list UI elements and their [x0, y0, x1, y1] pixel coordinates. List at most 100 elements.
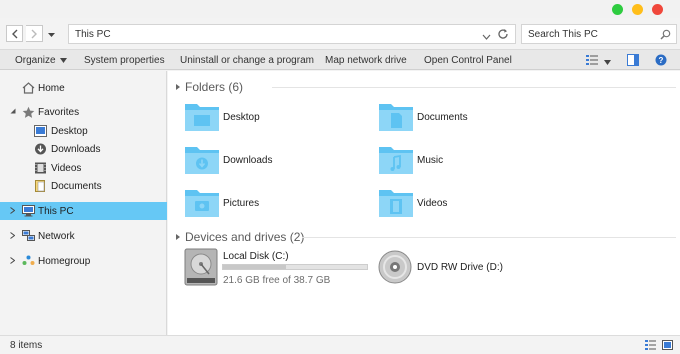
collapse-arrow-icon: [176, 84, 180, 90]
sidebar-item-label: Documents: [51, 181, 102, 192]
chevron-down-icon: [59, 57, 67, 63]
dvd-drive-icon: [378, 250, 412, 284]
chevron-down-icon: [48, 33, 55, 37]
svg-text:?: ?: [659, 56, 664, 65]
sidebar-item-downloads[interactable]: Downloads: [0, 140, 167, 158]
preview-pane-icon: [627, 54, 639, 66]
back-button[interactable]: [6, 25, 23, 42]
search-icon[interactable]: [660, 29, 671, 43]
drive-usage-bar: [222, 264, 368, 270]
sidebar-item-label: Desktop: [51, 126, 88, 137]
status-bar: 8 items: [0, 335, 680, 354]
sidebar-item-label: This PC: [38, 206, 74, 217]
drive-usage-fill: [223, 265, 287, 269]
folder-tile-videos[interactable]: Videos: [378, 187, 558, 221]
documents-folder-icon: [379, 104, 413, 131]
drive-tile-dvd[interactable]: DVD RW Drive (D:): [378, 250, 568, 286]
sidebar-item-label: Home: [38, 83, 65, 94]
change-view-button[interactable]: [586, 54, 598, 68]
view-options-button[interactable]: [604, 57, 611, 68]
command-bar: Organize System properties Uninstall or …: [0, 49, 680, 70]
sidebar-item-this-pc[interactable]: This PC: [0, 202, 167, 220]
folder-name: Pictures: [223, 198, 260, 209]
details-view-button[interactable]: [645, 340, 656, 353]
details-view-icon: [645, 340, 656, 350]
document-icon: [35, 180, 45, 192]
large-icons-view-button[interactable]: [662, 340, 673, 353]
sidebar-item-label: Network: [38, 231, 75, 242]
download-icon: [35, 143, 46, 155]
sidebar-item-network[interactable]: Network: [0, 227, 167, 245]
folder-name: Desktop: [223, 112, 260, 123]
sidebar-item-label: Homegroup: [38, 256, 91, 267]
devices-group-title: Devices and drives (2): [185, 230, 305, 244]
folder-tile-pictures[interactable]: Pictures: [184, 187, 364, 221]
homegroup-icon: [22, 255, 35, 265]
help-button[interactable]: ?: [655, 54, 667, 69]
minimize-button[interactable]: [632, 4, 643, 15]
maximize-button[interactable]: [612, 4, 623, 15]
organize-menu[interactable]: Organize: [15, 55, 67, 66]
preview-pane-button[interactable]: [627, 54, 639, 69]
refresh-button[interactable]: [497, 28, 509, 43]
sidebar-item-label: Favorites: [38, 107, 80, 118]
hard-drive-icon: [184, 248, 218, 286]
system-properties-button[interactable]: System properties: [84, 55, 165, 66]
folder-name: Music: [417, 155, 444, 166]
view-list-icon: [586, 55, 598, 65]
collapse-arrow-icon: [10, 207, 15, 214]
computer-icon: [22, 205, 35, 217]
help-icon: ?: [655, 54, 667, 66]
large-icons-view-icon: [662, 340, 673, 350]
close-button[interactable]: [652, 4, 663, 15]
open-control-panel-button[interactable]: Open Control Panel: [424, 55, 512, 66]
sidebar-item-videos[interactable]: Videos: [0, 159, 167, 177]
sidebar-item-documents[interactable]: Documents: [0, 177, 167, 195]
drive-free-space: 21.6 GB free of 38.7 GB: [223, 275, 331, 286]
home-icon: [22, 82, 35, 94]
folders-group-title: Folders (6): [185, 80, 244, 94]
folder-name: Videos: [417, 198, 448, 209]
expand-arrow-icon: [10, 108, 16, 114]
address-bar[interactable]: This PC: [68, 24, 516, 44]
group-divider: [272, 87, 676, 88]
sidebar-item-homegroup[interactable]: Homegroup: [0, 252, 167, 270]
sidebar-item-home[interactable]: Home: [0, 79, 167, 97]
chevron-left-icon: [11, 29, 17, 38]
collapse-arrow-icon: [10, 232, 15, 239]
videos-folder-icon: [379, 190, 413, 217]
forward-button[interactable]: [26, 25, 43, 42]
uninstall-program-button[interactable]: Uninstall or change a program: [180, 55, 314, 66]
address-path: This PC: [75, 29, 111, 40]
folder-name: Downloads: [223, 155, 273, 166]
search-input[interactable]: Search This PC: [528, 29, 598, 40]
address-history-button[interactable]: [482, 32, 491, 43]
film-icon: [35, 162, 46, 174]
star-icon: [22, 106, 35, 118]
map-network-drive-button[interactable]: Map network drive: [325, 55, 407, 66]
item-count: 8 items: [10, 340, 43, 351]
folder-tile-documents[interactable]: Documents: [378, 101, 558, 135]
pictures-folder-icon: [185, 190, 219, 217]
drive-name: Local Disk (C:): [223, 251, 289, 262]
search-box[interactable]: Search This PC: [521, 24, 677, 44]
sidebar-item-label: Downloads: [51, 144, 101, 155]
chevron-down-icon: [604, 60, 611, 65]
sidebar-item-desktop[interactable]: Desktop: [0, 122, 167, 140]
chevron-down-icon: [482, 34, 491, 40]
chevron-right-icon: [31, 29, 37, 38]
folder-tile-music[interactable]: Music: [378, 144, 558, 178]
folder-tile-downloads[interactable]: Downloads: [184, 144, 364, 178]
network-icon: [22, 230, 35, 241]
downloads-folder-icon: [185, 147, 219, 174]
recent-locations-button[interactable]: [47, 30, 56, 41]
desktop-folder-icon: [185, 104, 219, 131]
desktop-icon: [34, 125, 47, 137]
folder-tile-desktop[interactable]: Desktop: [184, 101, 364, 135]
folder-name: Documents: [417, 112, 468, 123]
drive-tile-local-disk[interactable]: Local Disk (C:) 21.6 GB free of 38.7 GB: [184, 248, 374, 288]
navigation-pane: Home Favorites Desktop Downloads Videos …: [0, 71, 167, 335]
collapse-arrow-icon: [176, 234, 180, 240]
sidebar-item-favorites[interactable]: Favorites: [0, 103, 167, 121]
organize-label: Organize: [15, 55, 56, 66]
